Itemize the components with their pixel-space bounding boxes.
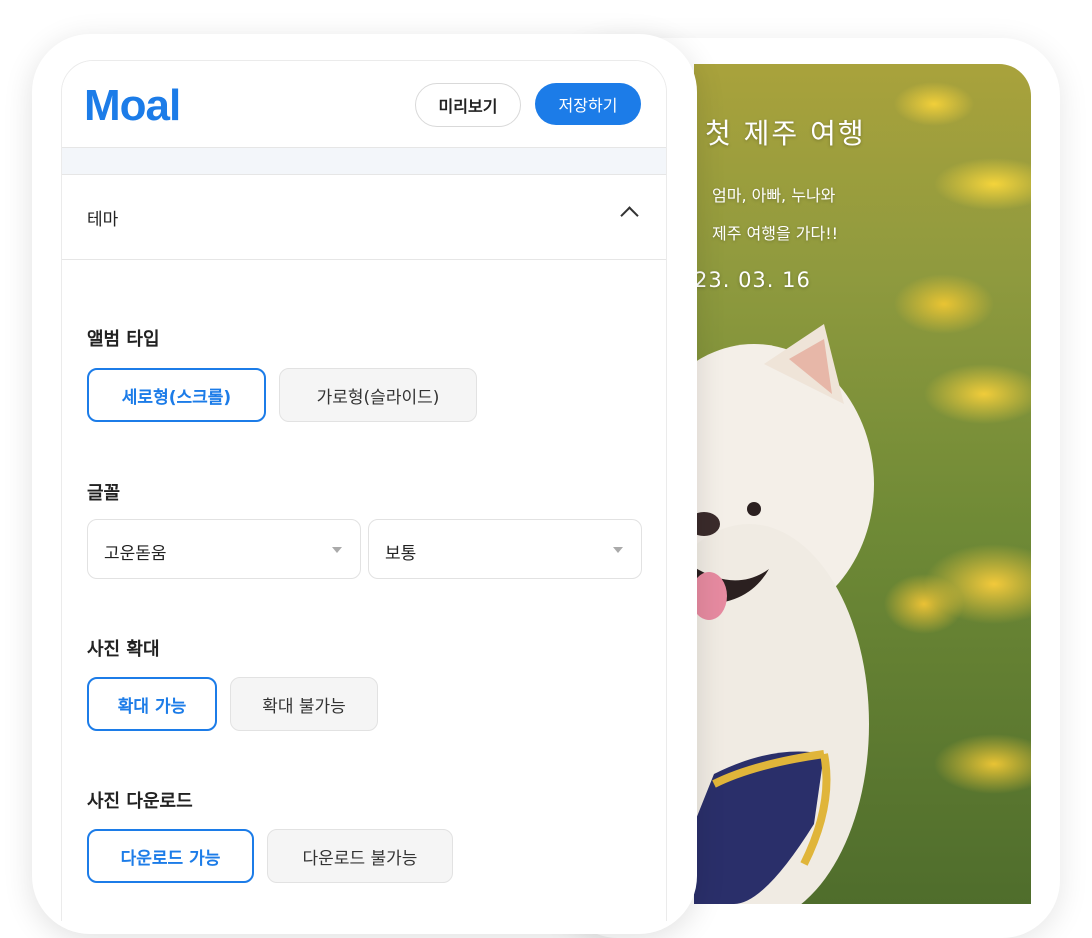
header-spacer	[62, 148, 666, 174]
chevron-up-icon[interactable]	[620, 206, 639, 225]
album-type-horizontal-option[interactable]: 가로형(슬라이드)	[279, 368, 477, 422]
caret-down-icon	[332, 547, 342, 553]
download-label: 사진 다운로드	[87, 791, 193, 812]
preview-subtitle-line-2: 제주 여행을 가다!!	[712, 224, 839, 243]
font-family-select[interactable]: 고운돋움	[87, 519, 361, 579]
download-disabled-option[interactable]: 다운로드 불가능	[267, 829, 453, 883]
caret-down-icon	[613, 547, 623, 553]
album-type-label: 앨범 타입	[87, 329, 160, 350]
app-header: Moal 미리보기 저장하기	[62, 61, 666, 148]
app-logo: Moal	[84, 81, 181, 130]
dog-photo	[694, 324, 874, 904]
preview-subtitle-line-1: 엄마, 아빠, 누나와	[712, 186, 836, 205]
preview-title: 첫 제주 여행	[705, 117, 866, 150]
preview-button[interactable]: 미리보기	[415, 83, 521, 127]
font-weight-select[interactable]: 보통	[368, 519, 642, 579]
album-type-vertical-option[interactable]: 세로형(스크롤)	[87, 368, 266, 422]
font-weight-value: 보통	[385, 544, 417, 564]
zoom-enabled-option[interactable]: 확대 가능	[87, 677, 217, 731]
editor-screen: Moal 미리보기 저장하기 테마 앨범 타입 세로형(스크롤) 가로형(슬라이…	[61, 60, 667, 921]
font-family-value: 고운돋움	[104, 544, 167, 564]
font-label: 글꼴	[87, 483, 121, 504]
theme-accordion-header[interactable]: 테마	[62, 174, 666, 260]
theme-label: 테마	[87, 210, 119, 230]
zoom-disabled-option[interactable]: 확대 불가능	[230, 677, 378, 731]
zoom-label: 사진 확대	[87, 639, 160, 660]
save-button[interactable]: 저장하기	[535, 83, 641, 125]
download-enabled-option[interactable]: 다운로드 가능	[87, 829, 254, 883]
preview-date: 23. 03. 16	[694, 268, 811, 292]
